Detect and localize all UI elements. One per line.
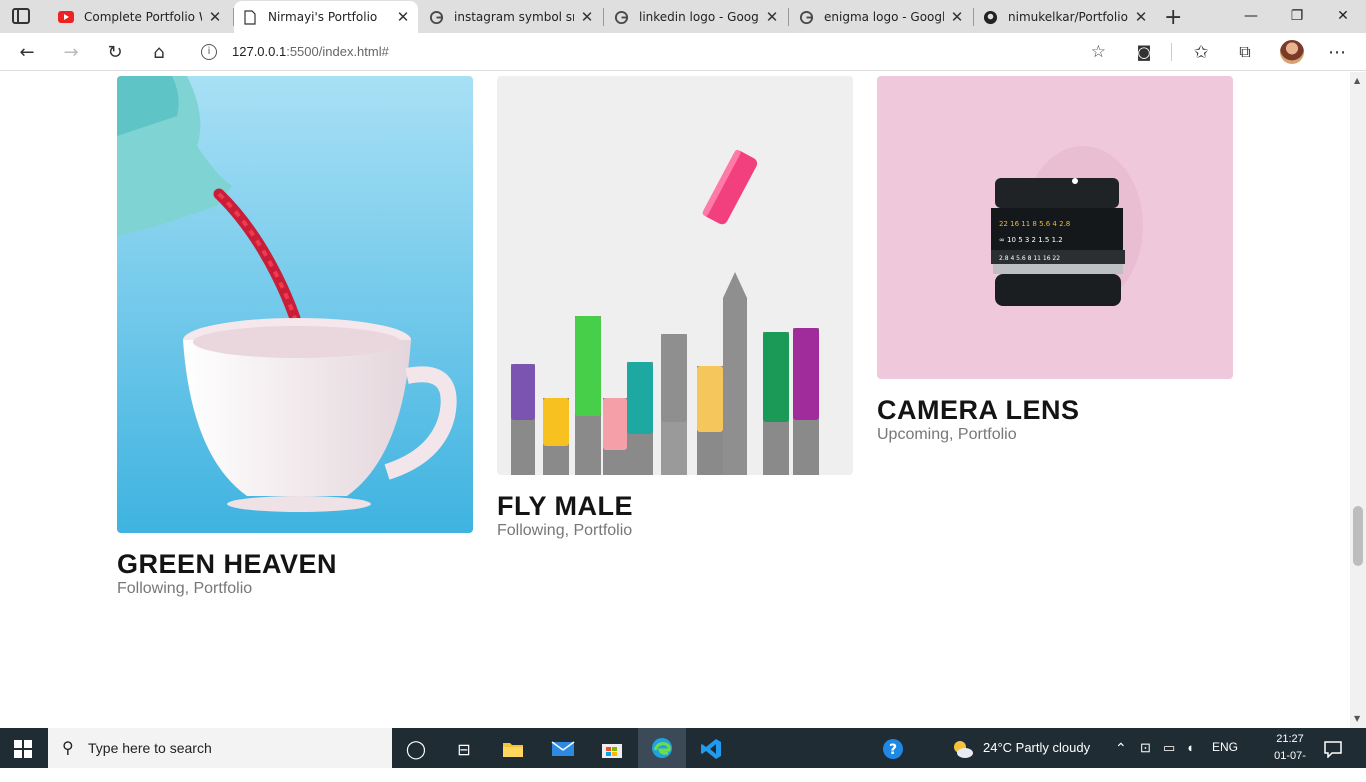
- taskbar-clock[interactable]: 21:27 01-07-2021: [1262, 731, 1318, 782]
- language-indicator[interactable]: ENG: [1212, 740, 1238, 754]
- tab-4[interactable]: linkedin logo - Google ✕: [605, 4, 787, 30]
- svg-text:2.8 4 5.6 8 11 16 22: 2.8 4 5.6 8 11 16 22: [999, 255, 1060, 262]
- svg-text:∞ 10 5 3 2 1.5 1.2: ∞ 10 5 3 2 1.5 1.2: [999, 236, 1063, 244]
- windows-taskbar: ⚲ Type here to search ◯ ⊟ ? 24°C Partly …: [0, 728, 1366, 779]
- address-bar[interactable]: i 127.0.0.1:5500/index.html# ☆: [188, 36, 1118, 68]
- mail-icon[interactable]: [550, 736, 576, 762]
- weather-icon[interactable]: [950, 736, 976, 762]
- scroll-thumb[interactable]: [1353, 506, 1363, 566]
- store-icon[interactable]: [599, 736, 625, 762]
- svg-text:22 16 11 8 5.6 4 2.8: 22 16 11 8 5.6 4 2.8: [999, 220, 1070, 228]
- tab-actions-icon[interactable]: [12, 8, 30, 24]
- card-tags: Upcoming, Portfolio: [877, 426, 1017, 443]
- portfolio-card[interactable]: 22 16 11 8 5.6 4 2.8 ∞ 10 5 3 2 1.5 1.2 …: [877, 76, 1233, 444]
- weather-text[interactable]: 24°C Partly cloudy: [983, 740, 1090, 755]
- favorites-icon[interactable]: ✩: [1188, 39, 1214, 65]
- add-favorite-icon[interactable]: ☆: [1091, 42, 1106, 62]
- teapot-cup-image: [117, 76, 473, 533]
- portfolio-card[interactable]: GREEN HEAVEN Following, Portfolio: [117, 76, 473, 598]
- tab-5[interactable]: enigma logo - Google ✕: [790, 4, 972, 30]
- google-icon: [613, 9, 629, 25]
- collections-icon[interactable]: ⧉: [1232, 39, 1258, 65]
- search-icon: ⚲: [62, 738, 74, 757]
- windows-start-icon[interactable]: [14, 740, 32, 758]
- tab-title: instagram symbol sma: [454, 10, 574, 24]
- chevron-up-icon[interactable]: ⌃: [1115, 740, 1127, 757]
- more-icon[interactable]: ⋯: [1324, 39, 1350, 65]
- profile-avatar[interactable]: [1280, 40, 1304, 64]
- portfolio-card[interactable]: FLY MALE Following, Portfolio: [497, 76, 853, 540]
- help-icon[interactable]: ?: [880, 736, 906, 762]
- close-icon[interactable]: ✕: [765, 8, 779, 26]
- network-icon[interactable]: ⊡: [1140, 740, 1151, 756]
- forward-icon[interactable]: →: [58, 39, 84, 65]
- search-placeholder: Type here to search: [88, 740, 212, 756]
- vscode-icon[interactable]: [698, 736, 724, 762]
- google-icon: [428, 9, 444, 25]
- card-title: CAMERA LENS: [877, 395, 1080, 425]
- refresh-icon[interactable]: ↻: [102, 39, 128, 65]
- new-tab-icon[interactable]: +: [1164, 5, 1182, 30]
- minimize-icon[interactable]: —: [1228, 4, 1274, 28]
- github-icon: [982, 9, 998, 25]
- tab-6[interactable]: nimukelkar/Portfolio-V ✕: [974, 4, 1156, 30]
- google-icon: [798, 9, 814, 25]
- tab-title: Complete Portfolio We: [84, 10, 202, 24]
- youtube-icon: [58, 9, 74, 25]
- notification-icon[interactable]: [1320, 736, 1346, 762]
- scroll-down-icon[interactable]: ▼: [1354, 714, 1360, 723]
- card-title: FLY MALE: [497, 491, 634, 521]
- camera-lens-image: 22 16 11 8 5.6 4 2.8 ∞ 10 5 3 2 1.5 1.2 …: [877, 76, 1233, 379]
- close-icon[interactable]: ✕: [208, 8, 222, 26]
- task-view-icon[interactable]: ⊟: [451, 736, 477, 762]
- taskbar-search[interactable]: ⚲ Type here to search: [48, 728, 392, 768]
- close-icon[interactable]: ✕: [1134, 8, 1148, 26]
- back-icon[interactable]: ←: [14, 39, 40, 65]
- file-explorer-icon[interactable]: [500, 736, 526, 762]
- window-close-icon[interactable]: ✕: [1320, 4, 1366, 28]
- tab-strip: Complete Portfolio We ✕ Nirmayi's Portfo…: [0, 0, 1366, 33]
- page-scrollbar[interactable]: ▲ ▼: [1350, 72, 1366, 728]
- pens-image: [497, 76, 853, 475]
- url-text[interactable]: 127.0.0.1:5500/index.html#: [232, 44, 389, 59]
- close-icon[interactable]: ✕: [396, 8, 410, 26]
- cortana-icon[interactable]: ◯: [403, 736, 429, 762]
- tab-title: enigma logo - Google: [824, 10, 944, 24]
- battery-icon[interactable]: ▭: [1163, 740, 1175, 756]
- volume-muted-icon[interactable]: ◖: [1186, 740, 1194, 755]
- page-icon: [242, 9, 258, 25]
- svg-text:?: ?: [889, 742, 897, 758]
- restore-icon[interactable]: ❐: [1274, 4, 1320, 28]
- tab-title: Nirmayi's Portfolio: [268, 10, 378, 24]
- home-icon[interactable]: ⌂: [146, 39, 172, 65]
- edge-icon[interactable]: [638, 728, 686, 768]
- tab-title: nimukelkar/Portfolio-V: [1008, 10, 1128, 24]
- close-icon[interactable]: ✕: [950, 8, 964, 26]
- tab-1[interactable]: Complete Portfolio We ✕: [50, 4, 230, 30]
- page-viewport: GREEN HEAVEN Following, Portfolio FLY MA…: [0, 72, 1366, 728]
- scroll-up-icon[interactable]: ▲: [1354, 76, 1360, 85]
- tab-2[interactable]: Nirmayi's Portfolio ✕: [234, 1, 418, 33]
- browser-toolbar: ← → ↻ ⌂ i 127.0.0.1:5500/index.html# ☆ ◙…: [0, 33, 1366, 71]
- tab-3[interactable]: instagram symbol sma ✕: [420, 4, 602, 30]
- screenshot-icon[interactable]: ◙: [1131, 39, 1157, 65]
- card-title: GREEN HEAVEN: [117, 549, 338, 579]
- card-tags: Following, Portfolio: [497, 522, 633, 539]
- info-icon[interactable]: i: [201, 44, 217, 60]
- card-tags: Following, Portfolio: [117, 580, 253, 597]
- close-icon[interactable]: ✕: [580, 8, 594, 26]
- tab-title: linkedin logo - Google: [639, 10, 759, 24]
